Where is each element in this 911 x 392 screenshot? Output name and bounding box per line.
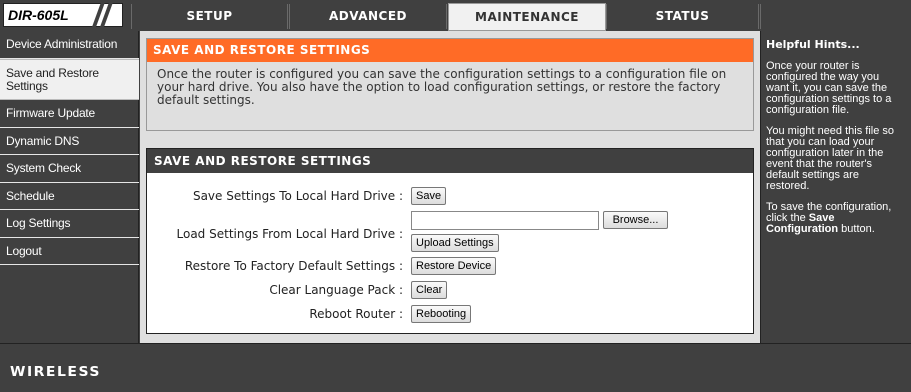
rebooting-button[interactable]: Rebooting (411, 305, 472, 323)
intro-title: SAVE AND RESTORE SETTINGS (147, 39, 753, 62)
main-content: SAVE AND RESTORE SETTINGS Once the route… (140, 31, 760, 343)
sidebar-item-logout[interactable]: Logout (0, 238, 139, 265)
sidebar-item-save-and-restore[interactable]: Save and Restore Settings (0, 59, 139, 100)
logo-slashes-icon (86, 3, 120, 27)
sidebar-item-label: Save and Restore Settings (6, 65, 99, 93)
sidebar-item-label: Firmware Update (6, 106, 96, 120)
sidebar-item-schedule[interactable]: Schedule (0, 183, 139, 210)
clear-button[interactable]: Clear (411, 281, 448, 299)
footer: WIRELESS (0, 343, 911, 392)
model-name: DIR-605L (8, 7, 69, 23)
hint-paragraph-1: Once your router is configured the way y… (766, 60, 892, 116)
tab-status[interactable]: STATUS (606, 4, 759, 29)
reboot-router-label: Reboot Router : (309, 307, 403, 321)
sidebar-item-system-check[interactable]: System Check (0, 155, 139, 183)
tab-advanced[interactable]: ADVANCED (289, 4, 447, 29)
sidebar-item-label: System Check (6, 161, 81, 175)
intro-description: Once the router is configured you can sa… (157, 67, 727, 107)
restore-defaults-label: Restore To Factory Default Settings : (184, 259, 403, 273)
sidebar-item-log-settings[interactable]: Log Settings (0, 210, 139, 238)
hint-text: button. (838, 223, 875, 235)
save-button[interactable]: Save (411, 187, 447, 205)
model-logo: DIR-605L (3, 3, 123, 27)
tab-maintenance[interactable]: MAINTENANCE (448, 3, 606, 31)
footer-brand: WIRELESS (10, 364, 102, 380)
upload-settings-button[interactable]: Upload Settings (411, 234, 499, 252)
sidebar-item-label: Log Settings (6, 216, 71, 230)
sidebar-item-label: Logout (6, 243, 42, 258)
sidebar: Device Administration Save and Restore S… (0, 31, 139, 343)
top-navigation-bar: DIR-605L SETUP ADVANCED MAINTENANCE STAT… (0, 0, 911, 31)
hint-paragraph-2: You might need this file so that you can… (766, 125, 895, 192)
sidebar-item-firmware-update[interactable]: Firmware Update (0, 100, 139, 128)
sidebar-item-device-administration[interactable]: Device Administration (0, 31, 139, 59)
restore-device-button[interactable]: Restore Device (411, 257, 497, 275)
sidebar-item-label: Dynamic DNS (6, 133, 80, 148)
save-settings-label: Save Settings To Local Hard Drive : (192, 189, 403, 203)
sidebar-item-dynamic-dns[interactable]: Dynamic DNS (0, 128, 139, 155)
panel-title: SAVE AND RESTORE SETTINGS (147, 149, 753, 173)
helpful-hints-panel: Helpful Hints... Once your router is con… (760, 31, 911, 343)
hint-paragraph-3: To save the configuration, click the Sav… (766, 202, 905, 235)
settings-panel: SAVE AND RESTORE SETTINGS Save Settings … (146, 148, 754, 334)
hints-title: Helpful Hints... (766, 38, 860, 51)
intro-box: SAVE AND RESTORE SETTINGS Once the route… (146, 38, 754, 131)
tab-setup[interactable]: SETUP (131, 4, 288, 29)
nav-spacer (760, 4, 910, 29)
clear-language-pack-label: Clear Language Pack : (269, 283, 403, 297)
file-path-input[interactable] (411, 211, 599, 230)
sidebar-item-label: Schedule (6, 188, 55, 203)
browse-button[interactable]: Browse... (603, 211, 668, 229)
load-settings-label: Load Settings From Local Hard Drive : (176, 227, 403, 241)
sidebar-item-label: Device Administration (6, 37, 118, 51)
